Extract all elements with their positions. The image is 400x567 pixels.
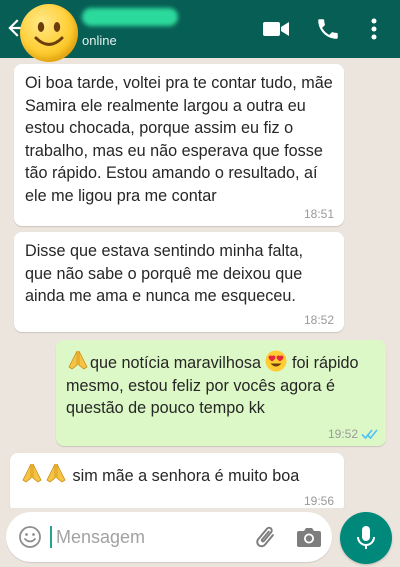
- message-time: 19:52: [327, 427, 358, 441]
- message-bubble-incoming[interactable]: Disse que estava sentindo minha falta, q…: [14, 232, 344, 332]
- camera-icon[interactable]: [296, 526, 322, 548]
- folded-hands-emoji-icon: [68, 350, 88, 370]
- message-list[interactable]: Oi boa tarde, voltei pra te contar tudo,…: [0, 58, 400, 508]
- emoji-picker-icon[interactable]: [18, 525, 42, 549]
- menu-dots-icon[interactable]: [364, 16, 384, 42]
- read-receipt-ticks-icon: [361, 429, 378, 440]
- text-cursor: [50, 526, 52, 548]
- message-composer: [6, 512, 332, 562]
- heart-eyes-emoji-icon: [265, 350, 287, 372]
- message-time: 18:51: [303, 207, 334, 221]
- message-bubble-outgoing[interactable]: que notícia maravilhosa foi rápido mesmo…: [56, 340, 386, 446]
- message-text: que notícia maravilhosa foi rápido mesmo…: [66, 348, 376, 420]
- voice-message-button[interactable]: [340, 512, 392, 564]
- message-time: 19:56: [303, 494, 334, 508]
- contact-status: online: [82, 33, 117, 48]
- microphone-icon: [357, 526, 375, 549]
- smiley-emoji-icon: [34, 22, 64, 46]
- message-text-part: que notícia maravilhosa: [90, 354, 261, 372]
- message-time: 18:52: [303, 313, 334, 327]
- chat-header: online: [0, 0, 400, 62]
- message-bubble-incoming[interactable]: Oi boa tarde, voltei pra te contar tudo,…: [14, 64, 344, 226]
- message-bubble-incoming[interactable]: sim mãe a senhora é muito boa 19:56: [10, 453, 344, 508]
- phone-icon[interactable]: [314, 16, 342, 42]
- contact-name-redacted[interactable]: [82, 8, 178, 26]
- message-text-part: sim mãe a senhora é muito boa: [72, 467, 300, 485]
- message-text: sim mãe a senhora é muito boa: [20, 461, 334, 488]
- contact-avatar[interactable]: [20, 4, 78, 62]
- message-text: Disse que estava sentindo minha falta, q…: [25, 242, 304, 306]
- folded-hands-emoji-icon: [46, 463, 66, 483]
- folded-hands-emoji-icon: [22, 463, 42, 483]
- message-input[interactable]: [56, 522, 246, 552]
- video-call-icon[interactable]: [262, 16, 290, 42]
- message-text: Oi boa tarde, voltei pra te contar tudo,…: [25, 74, 333, 205]
- attachment-paperclip-icon[interactable]: [252, 524, 278, 550]
